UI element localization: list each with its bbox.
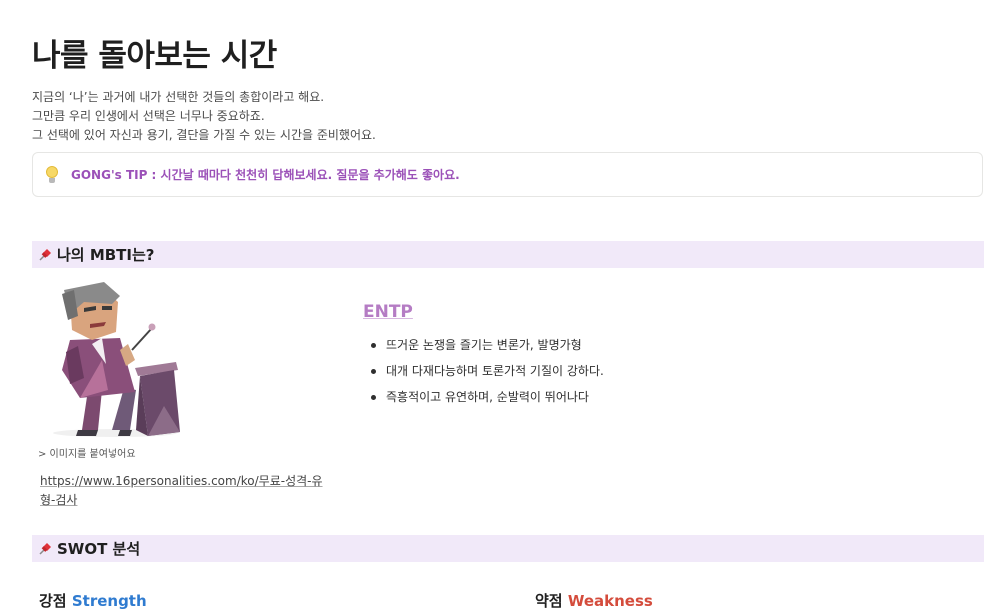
pushpin-icon — [39, 248, 51, 261]
swot-section-heading[interactable]: SWOT 분석 — [32, 535, 984, 562]
strength-heading[interactable]: 강점 Strength — [39, 590, 147, 611]
list-item[interactable]: 대개 다재다능하며 토론가적 기질이 강하다. — [363, 358, 604, 384]
lightbulb-icon — [45, 165, 59, 184]
mbti-test-link[interactable]: https://www.16personalities.com/ko/무료-성격… — [40, 472, 330, 510]
intro-line[interactable]: 그 선택에 있어 자신과 용기, 결단을 가질 수 있는 시간을 준비했어요. — [32, 126, 376, 145]
section-title: 나의 MBTI는? — [57, 246, 155, 264]
weakness-heading[interactable]: 약점 Weakness — [535, 590, 653, 611]
intro-text: 지금의 ‘나’는 과거에 내가 선택한 것들의 총합이라고 해요. 그만큼 우리… — [32, 88, 376, 145]
mbti-character-image[interactable] — [40, 280, 190, 440]
callout-text: GONG's TIP : 시간날 때마다 천천히 답해보세요. 질문을 추가해도… — [71, 168, 460, 182]
intro-line[interactable]: 그만큼 우리 인생에서 선택은 너무나 중요하죠. — [32, 107, 376, 126]
pushpin-icon — [39, 542, 51, 555]
page-title[interactable]: 나를 돌아보는 시간 — [32, 30, 277, 75]
mbti-type[interactable]: ENTP — [363, 302, 413, 322]
intro-line[interactable]: 지금의 ‘나’는 과거에 내가 선택한 것들의 총합이라고 해요. — [32, 88, 376, 107]
mbti-traits-list: 뜨거운 논쟁을 즐기는 변론가, 발명가형 대개 다재다능하며 토론가적 기질이… — [363, 332, 604, 410]
list-item[interactable]: 즉흥적이고 유연하며, 순발력이 뛰어나다 — [363, 384, 604, 410]
strength-label-en: Strength — [71, 592, 147, 610]
tip-callout[interactable]: GONG's TIP : 시간날 때마다 천천히 답해보세요. 질문을 추가해도… — [32, 152, 983, 197]
list-item[interactable]: 뜨거운 논쟁을 즐기는 변론가, 발명가형 — [363, 332, 604, 358]
mbti-section-heading[interactable]: 나의 MBTI는? — [32, 241, 984, 268]
weakness-label-ko: 약점 — [535, 592, 563, 610]
strength-label-ko: 강점 — [39, 592, 67, 610]
image-caption[interactable]: > 이미지를 붙여넣어요 — [38, 445, 136, 460]
section-title: SWOT 분석 — [57, 540, 141, 558]
weakness-label-en: Weakness — [567, 592, 653, 610]
